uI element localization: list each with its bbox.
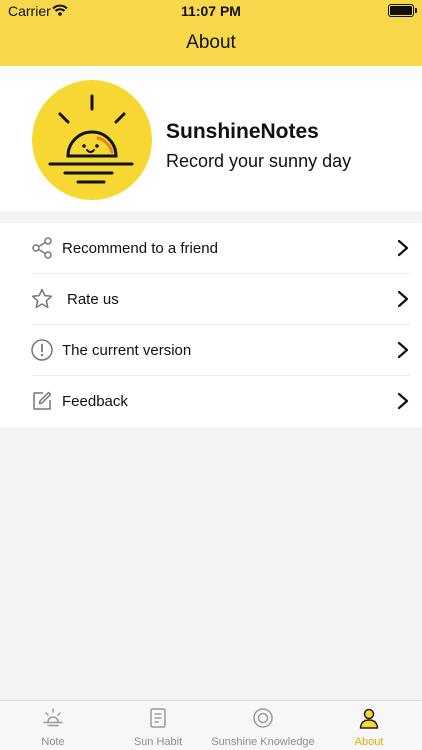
info-icon bbox=[31, 339, 53, 361]
battery-icon bbox=[388, 4, 417, 17]
app-profile-card: SunshineNotes Record your sunny day bbox=[0, 66, 422, 211]
menu-item-label: Recommend to a friend bbox=[62, 240, 218, 257]
person-icon bbox=[359, 708, 379, 729]
tab-note[interactable]: Note bbox=[0, 701, 106, 750]
sunrise-icon bbox=[43, 708, 63, 727]
current-version-row[interactable]: The current version bbox=[0, 325, 422, 376]
menu-item-label: Rate us bbox=[67, 291, 119, 308]
tab-sun-habit[interactable]: Sun Habit bbox=[106, 701, 210, 750]
circle-icon bbox=[253, 708, 273, 728]
tab-label: About bbox=[354, 736, 384, 748]
share-icon bbox=[32, 237, 52, 259]
menu-item-label: The current version bbox=[62, 342, 192, 359]
tab-label: Note bbox=[41, 736, 65, 748]
chevron-right-icon bbox=[397, 392, 409, 410]
tab-sunshine-knowledge[interactable]: Sunshine Knowledge bbox=[210, 701, 316, 750]
recommend-friend-row[interactable]: Recommend to a friend bbox=[0, 223, 422, 274]
app-name: SunshineNotes bbox=[166, 120, 319, 143]
feedback-row[interactable]: Feedback bbox=[0, 376, 422, 427]
tab-about[interactable]: About bbox=[316, 701, 422, 750]
tab-label: Sun Habit bbox=[133, 736, 183, 748]
navigation-header: Carrier 11:07 PM About bbox=[0, 0, 422, 66]
status-bar: Carrier 11:07 PM bbox=[0, 0, 422, 22]
app-tagline: Record your sunny day bbox=[166, 151, 352, 171]
tab-label: Sunshine Knowledge bbox=[211, 736, 315, 748]
chevron-right-icon bbox=[397, 341, 409, 359]
bottom-tab-bar: Note Sun Habit Sunshine Knowledge About bbox=[0, 700, 422, 750]
page-title: About bbox=[186, 32, 236, 53]
chevron-right-icon bbox=[397, 290, 409, 308]
chevron-right-icon bbox=[397, 239, 409, 257]
document-icon bbox=[150, 708, 166, 728]
star-icon bbox=[31, 288, 53, 309]
about-menu-list: Recommend to a friend Rate us The curren… bbox=[0, 223, 422, 427]
edit-icon bbox=[33, 391, 52, 410]
rate-us-row[interactable]: Rate us bbox=[0, 274, 422, 325]
sun-logo-icon bbox=[32, 80, 152, 200]
status-time: 11:07 PM bbox=[181, 3, 241, 19]
menu-item-label: Feedback bbox=[62, 393, 128, 410]
